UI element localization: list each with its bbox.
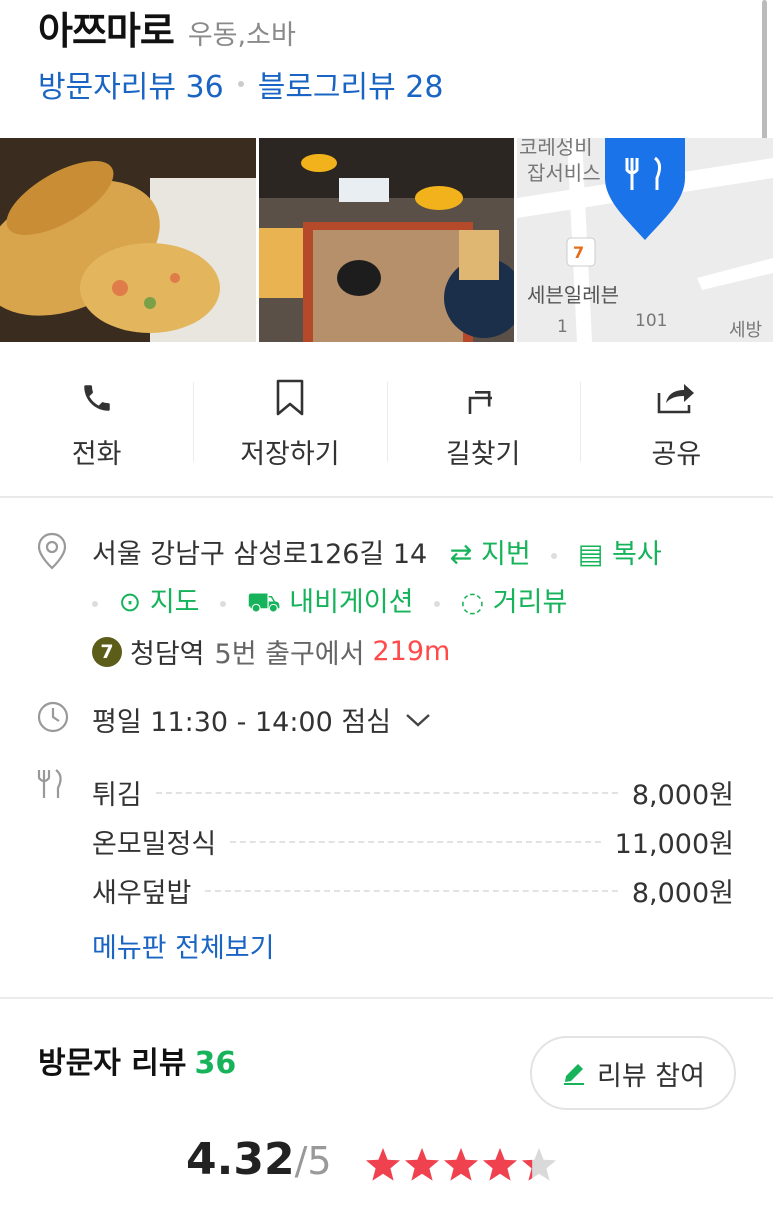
menu-item: 튀김 8,000원 (92, 768, 734, 817)
blog-reviews-link[interactable]: 블로그리뷰 28 (258, 62, 444, 106)
review-links: 방문자리뷰 36 블로그리뷰 28 (38, 62, 443, 106)
share-icon (656, 378, 696, 418)
address-text: 서울 강남구 삼성로126길 14 (92, 539, 428, 570)
svg-text:세방: 세방 (729, 320, 762, 341)
menu-item-name: 새우덮밥 (92, 878, 192, 909)
bookmark-icon (275, 378, 305, 418)
star-icon (444, 1148, 478, 1181)
copy-icon: ▤ (577, 539, 604, 570)
subway-line-badge: 7 (92, 636, 122, 667)
photo-map-thumbnail[interactable]: 코레성비 잡서비스 7 세븐일레븐 1 101 세방 (517, 138, 773, 342)
svg-text:7: 7 (573, 243, 584, 262)
visitor-reviews-count: 36 (194, 1046, 237, 1081)
menu-item-name: 온모밀정식 (92, 829, 217, 860)
car-icon: ⛟ (246, 587, 281, 618)
phone-icon (80, 378, 114, 418)
copy-address-button[interactable]: ▤ 복사 (578, 539, 662, 570)
station-distance: 219m (372, 636, 451, 667)
view-full-menu-link[interactable]: 메뉴판 전체보기 (92, 926, 274, 965)
map-pin-icon: ⊙ (118, 587, 142, 618)
share-button[interactable]: 공유 (579, 342, 773, 496)
menu-item: 온모밀정식 11,000원 (92, 817, 734, 866)
place-category: 우동,소바 (187, 20, 296, 51)
address-links: ⊙ 지도 ⛟ 내비게이션 ◌ 거리뷰 (92, 580, 567, 622)
svg-text:코레성비: 코레성비 (519, 138, 593, 159)
photo-strip: 코레성비 잡서비스 7 세븐일레븐 1 101 세방 (0, 138, 773, 342)
swap-icon: ⇄ (449, 539, 473, 570)
menu-item-price: 11,000원 (614, 829, 734, 860)
map-link[interactable]: ⊙ 지도 (119, 587, 200, 618)
call-label: 전화 (71, 439, 122, 470)
visitor-reviews-link[interactable]: 방문자리뷰 36 (38, 62, 224, 106)
svg-text:세븐일레븐: 세븐일레븐 (527, 283, 619, 307)
svg-text:잡서비스: 잡서비스 (527, 161, 601, 185)
chevron-down-icon (406, 713, 430, 727)
navigation-link[interactable]: ⛟ 내비게이션 (247, 587, 414, 618)
menu-list: 튀김 8,000원 온모밀정식 11,000원 새우덮밥 8,000원 (92, 768, 734, 915)
directions-button[interactable]: 길찾기 (386, 342, 580, 496)
call-button[interactable]: 전화 (0, 342, 193, 496)
visitor-reviews-heading: 방문자 리뷰 36 (38, 1046, 237, 1081)
svg-text:101: 101 (635, 311, 667, 331)
write-review-button[interactable]: 리뷰 참여 (530, 1036, 736, 1110)
place-name: 아쯔마로 (38, 9, 175, 53)
station-name: 청담역 (130, 639, 205, 670)
station-exit: 5번 출구에서 (214, 639, 365, 670)
scrollbar[interactable] (762, 0, 767, 148)
separator-dot (237, 81, 244, 87)
star-icon (522, 1148, 556, 1181)
action-bar: 전화 저장하기 길찾기 공유 (0, 342, 773, 498)
section-divider (0, 997, 773, 999)
place-header: 아쯔마로 우동,소바 방문자리뷰 36 블로그리뷰 28 (0, 0, 773, 136)
photo-tempura[interactable] (0, 138, 256, 342)
directions-icon (466, 378, 500, 418)
menu-item-price: 8,000원 (631, 878, 734, 909)
star-icon (483, 1148, 517, 1181)
hours-text: 평일 11:30 - 14:00 점심 (92, 707, 392, 738)
street-view-link[interactable]: ◌ 거리뷰 (461, 587, 568, 618)
star-icon (405, 1148, 439, 1181)
subway-info: 7 청담역 5번 출구에서 219m (92, 632, 450, 671)
rating-out-of: /5 (294, 1139, 332, 1183)
jibun-toggle[interactable]: ⇄ 지번 (450, 539, 531, 570)
menu-item-price: 8,000원 (631, 780, 734, 811)
menu-item: 새우덮밥 8,000원 (92, 866, 734, 915)
svg-text:1: 1 (557, 317, 568, 337)
address-row: 서울 강남구 삼성로126길 14 ⇄ 지번 ▤ 복사 (92, 532, 662, 571)
pencil-icon (564, 1064, 585, 1085)
clock-icon (36, 700, 70, 738)
hours-row[interactable]: 평일 11:30 - 14:00 점심 (92, 700, 431, 739)
street-view-icon: ◌ (460, 587, 485, 618)
photo-soba-set[interactable] (259, 138, 514, 342)
save-label: 저장하기 (240, 439, 340, 470)
menu-item-name: 튀김 (92, 780, 142, 811)
rating-value: 4.32 (186, 1134, 295, 1185)
directions-label: 길찾기 (445, 439, 521, 470)
star-rating (364, 1146, 559, 1184)
rating-score: 4.32 /5 (186, 1134, 332, 1185)
title-row: 아쯔마로 우동,소바 (38, 0, 296, 55)
star-icon (366, 1148, 400, 1181)
location-pin-icon (36, 532, 68, 574)
share-label: 공유 (651, 439, 702, 470)
save-button[interactable]: 저장하기 (193, 342, 386, 496)
cutlery-icon (36, 768, 66, 806)
